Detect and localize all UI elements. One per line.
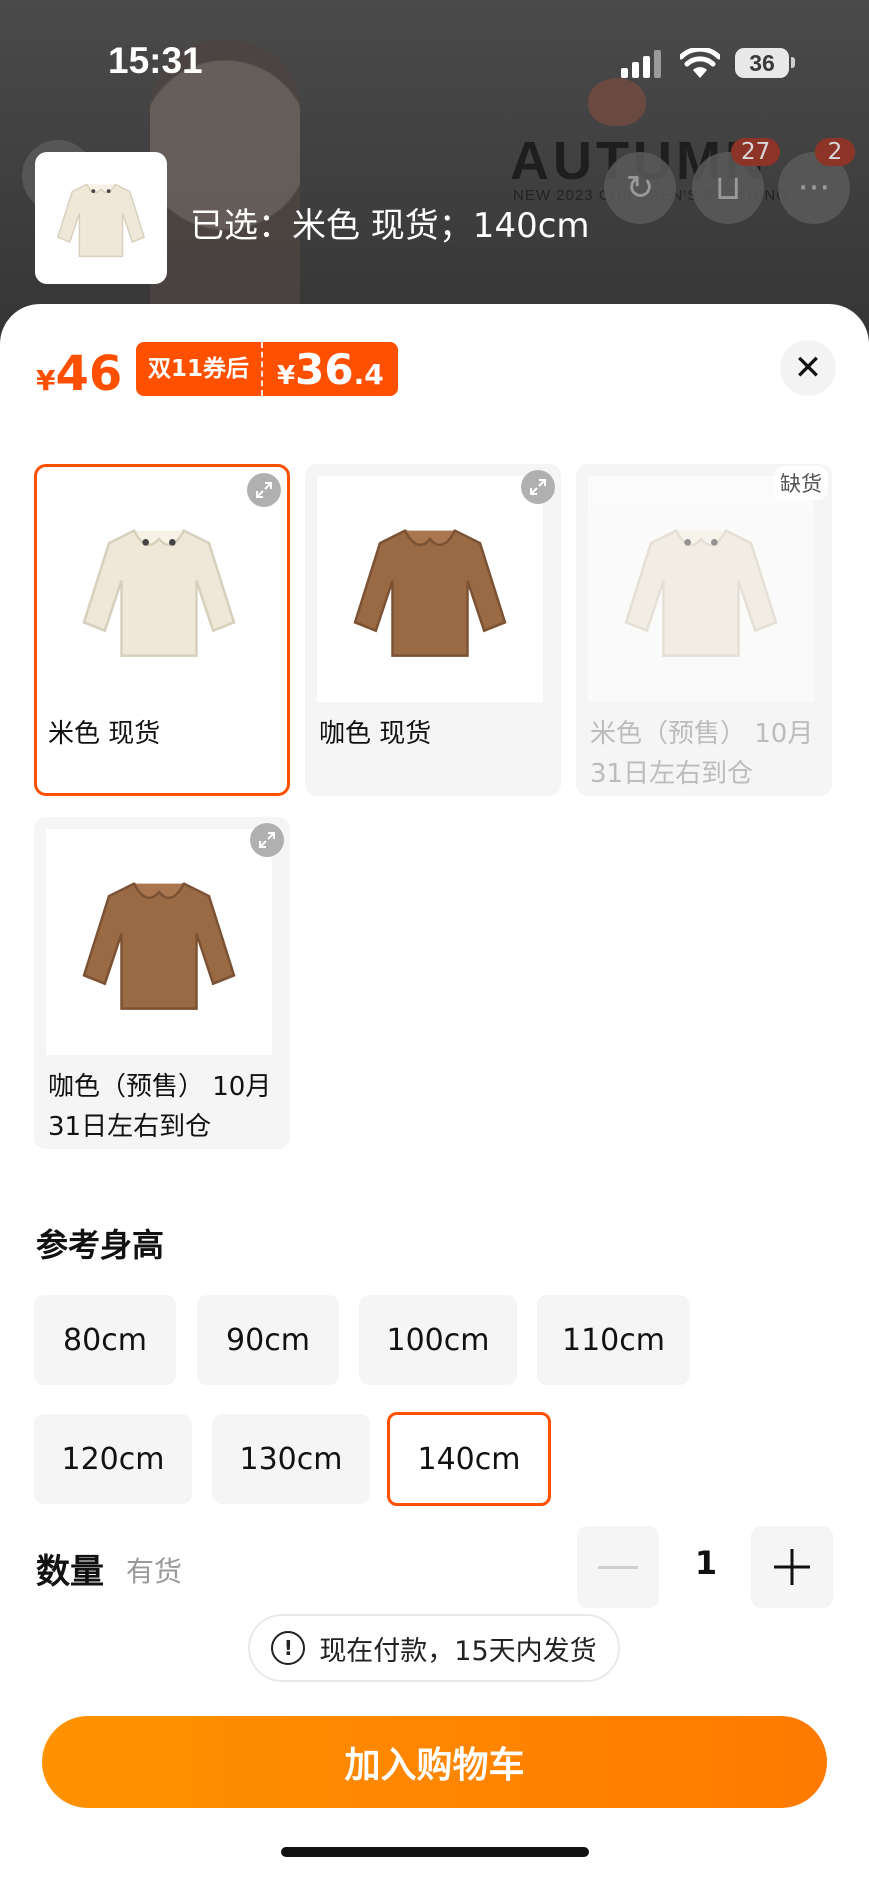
variant-image [46,476,272,702]
size-section-title: 参考身高 [36,1226,165,1264]
cart-badge: 27 [731,138,781,166]
size-option-80cm[interactable]: 80cm [34,1295,176,1385]
variant-label: 米色（预售） 10月31日左右到仓 [590,719,814,789]
sku-selection-sheet: ¥46 双11券后 ¥36.4 ✕ 米色 现货 咖色 现货 缺货 米色（预售） … [0,304,869,1885]
stock-status: 有货 [126,1555,183,1588]
variant-label: 咖色（预售） 10月31日左右到仓 [48,1072,272,1142]
quantity-title: 数量 [36,1552,104,1592]
selected-product-thumbnail [35,152,167,284]
wifi-icon [680,48,720,78]
status-time: 15:31 [108,40,203,81]
quantity-decrease-button[interactable] [577,1526,659,1608]
shirt-image [56,183,146,258]
coupon-decimal: .4 [353,357,384,391]
quantity-value: 1 [694,1544,718,1582]
plus-icon [774,1549,810,1585]
variant-image [317,476,543,702]
share-icon: ↻ [604,152,676,224]
more-badge: 2 [815,138,855,166]
size-option-110cm[interactable]: 110cm [537,1295,690,1385]
size-option-140cm[interactable]: 140cm [387,1412,551,1506]
cellular-signal-icon [621,50,663,78]
expand-icon[interactable] [250,823,284,857]
shirt-image [82,882,236,1010]
shipping-notice-text: 现在付款，15天内发货 [319,1635,597,1667]
coupon-price-badge: 双11券后 ¥36.4 [136,342,398,396]
size-option-90cm[interactable]: 90cm [197,1295,339,1385]
shirt-image [624,529,778,657]
shirt-image [82,529,236,657]
background-model-photo [150,40,300,340]
current-price: ¥46 [36,346,122,402]
shirt-image [353,529,507,657]
quantity-increase-button[interactable] [751,1526,833,1608]
coupon-price: ¥36.4 [263,345,398,394]
battery-tip [791,57,795,68]
price-currency: ¥ [36,364,56,397]
home-indicator [281,1847,589,1857]
expand-icon[interactable] [247,473,281,507]
size-option-100cm[interactable]: 100cm [359,1295,517,1385]
variant-label: 米色 现货 [48,719,161,749]
close-button[interactable]: ✕ [780,340,836,396]
variant-card-brown-presale[interactable]: 咖色（预售） 10月31日左右到仓 [34,817,290,1149]
price-value: 46 [55,346,123,402]
add-to-cart-button[interactable]: 加入购物车 [42,1716,827,1808]
size-option-130cm[interactable]: 130cm [212,1414,370,1504]
variant-label: 咖色 现货 [319,719,432,749]
selected-summary-text: 已选：米色 现货；140cm [190,206,590,246]
variant-card-beige-presale[interactable]: 缺货 米色（预售） 10月31日左右到仓 [576,464,832,796]
size-option-120cm[interactable]: 120cm [34,1414,192,1504]
coupon-integer: 36 [295,344,354,394]
variant-image [46,829,272,1055]
info-icon: ! [271,1631,306,1665]
coupon-label: 双11券后 [136,342,264,396]
out-of-stock-tag: 缺货 [774,466,828,500]
minus-icon [598,1565,638,1569]
variant-card-brown-instock[interactable]: 咖色 现货 [305,464,561,796]
close-icon: ✕ [793,348,823,388]
battery-icon: 36 [735,48,789,78]
variant-image [588,476,814,702]
shipping-notice: ! 现在付款，15天内发货 [248,1614,620,1682]
background-strawberry-graphic [588,78,646,126]
coupon-currency: ¥ [277,360,296,391]
variant-card-beige-instock[interactable]: 米色 现货 [34,464,290,796]
expand-icon[interactable] [521,470,555,504]
